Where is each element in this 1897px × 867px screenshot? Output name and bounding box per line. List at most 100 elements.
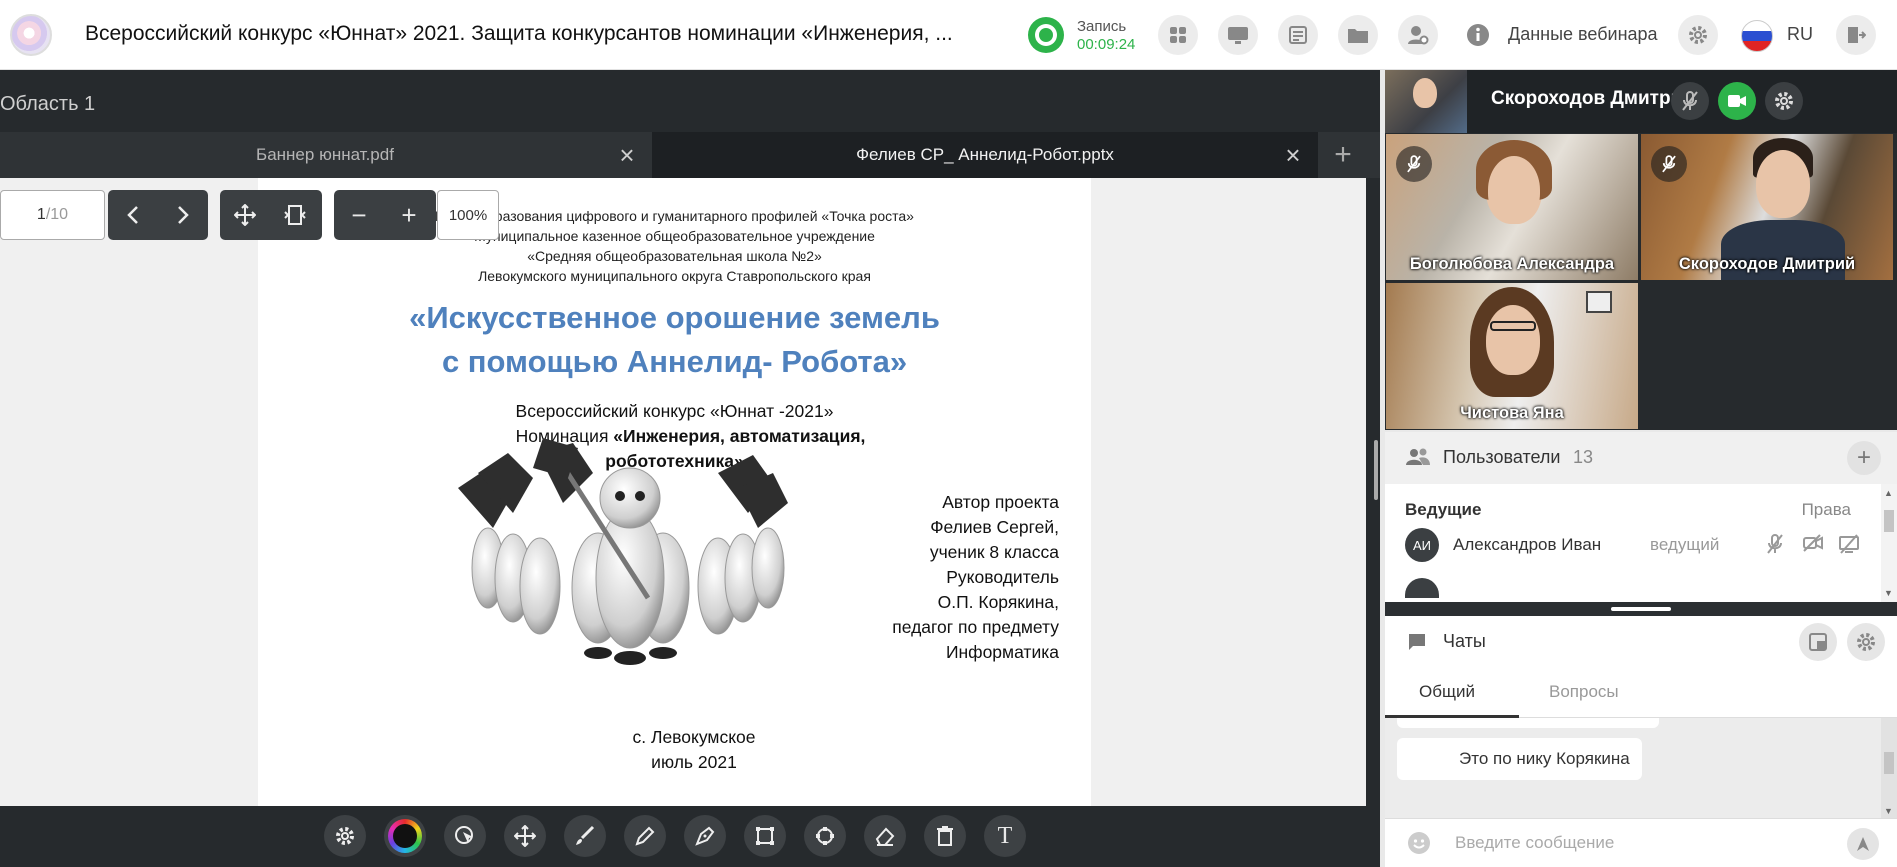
video-tile[interactable]: Чистова Яна (1386, 283, 1638, 429)
gear-icon[interactable] (1765, 82, 1803, 120)
prev-page-icon[interactable] (108, 190, 158, 240)
eraser-icon[interactable] (864, 815, 906, 857)
slide-footer: с. Левокумское июль 2021 (604, 725, 784, 775)
zoom-out-icon[interactable]: − (334, 190, 384, 240)
folder-icon[interactable] (1338, 15, 1378, 55)
gear-icon[interactable] (1678, 15, 1718, 55)
russia-flag-icon[interactable] (1741, 20, 1773, 52)
user-row[interactable]: АИ Александров Иван ведущий (1405, 528, 1865, 568)
hosts-section-title: Ведущие (1405, 500, 1482, 519)
record-label: Запись (1077, 18, 1127, 35)
chat-header: Чаты (1385, 616, 1897, 668)
chat-input[interactable]: Введите сообщение (1385, 818, 1897, 867)
color-picker-icon[interactable] (384, 815, 426, 857)
presentation-slide: Центр образования цифрового и гуманитарн… (258, 178, 1091, 806)
circle-icon[interactable] (804, 815, 846, 857)
screen-off-icon[interactable] (1839, 534, 1859, 559)
mic-off-icon[interactable] (1767, 534, 1783, 559)
host-row: Скороходов Дмитрий (1385, 70, 1897, 133)
move-icon[interactable] (504, 815, 546, 857)
tab-general[interactable]: Общий (1419, 682, 1475, 702)
camera-on-icon[interactable] (1718, 82, 1756, 120)
chat-tabs: Общий Вопросы (1385, 668, 1897, 718)
author-line: Автор проекта (942, 492, 1059, 512)
fit-width-icon[interactable] (220, 190, 270, 240)
document-viewer: Центр образования цифрового и гуманитарн… (0, 178, 1366, 806)
zoom-group: − + (334, 190, 436, 240)
participant-name: Боголюбова Александра (1409, 255, 1615, 273)
users-title: Пользователи (1443, 447, 1561, 467)
gear-icon[interactable] (1847, 623, 1885, 661)
chat-scrollbar[interactable]: ▼ (1881, 718, 1897, 818)
info-icon[interactable] (1458, 15, 1498, 55)
zoom-level[interactable]: 100% (437, 190, 499, 240)
panel-resize-handle[interactable] (1385, 602, 1897, 616)
exit-icon[interactable] (1836, 15, 1876, 55)
camera-off-icon[interactable] (1803, 534, 1823, 557)
zoom-in-icon[interactable]: + (384, 190, 434, 240)
author-line: педагог по предмету (892, 617, 1059, 637)
video-tile[interactable]: Боголюбова Александра (1386, 134, 1638, 280)
mic-off-icon (1651, 146, 1687, 182)
rectangle-icon[interactable] (744, 815, 786, 857)
app-logo[interactable] (10, 14, 52, 56)
chat-icon (1407, 632, 1427, 657)
presentation-stage: Область 1 Баннер юннат.pdf × Фелиев СР_ … (0, 70, 1380, 867)
fit-group (220, 190, 322, 240)
emoji-icon[interactable] (1407, 831, 1431, 860)
user-name: Александров Иван (1453, 535, 1602, 554)
pen-icon[interactable] (684, 815, 726, 857)
close-icon[interactable]: × (1278, 132, 1308, 178)
send-icon[interactable] (1847, 828, 1879, 860)
chat-messages: Это по нику Корякина ▼ (1385, 718, 1897, 818)
tab-annelid-pptx[interactable]: Фелиев СР_ Аннелид-Робот.pptx (652, 132, 1318, 178)
slide-header-line: Левокумского муниципального округа Ставр… (478, 268, 871, 284)
chat-title: Чаты (1443, 631, 1486, 651)
pencil-icon[interactable] (624, 815, 666, 857)
users-panel: Пользователи 13 + Ведущие Права АИ Алекс… (1385, 432, 1897, 602)
webinar-data-link[interactable]: Данные вебинара (1508, 24, 1658, 45)
area-label: Область 1 (0, 93, 96, 115)
gear-icon[interactable] (324, 815, 366, 857)
slide-place: с. Левокумское (632, 727, 756, 747)
users-scrollbar[interactable]: ▲ ▼ (1881, 484, 1897, 602)
chat-export-icon[interactable] (1799, 623, 1837, 661)
mic-off-icon[interactable] (1671, 82, 1709, 120)
video-tile[interactable]: Скороходов Дмитрий (1641, 134, 1893, 280)
avatar: АИ (1405, 528, 1439, 562)
page-number-input[interactable]: 1/10 (0, 190, 105, 240)
add-tab-icon[interactable]: + (1325, 132, 1361, 178)
slide-header-line: «Средняя общеобразовательная школа №2» (527, 248, 822, 264)
author-line: Руководитель (946, 567, 1059, 587)
user-settings-icon[interactable] (1398, 15, 1438, 55)
trash-icon[interactable] (924, 815, 966, 857)
page-nav-group (108, 190, 208, 240)
tab-questions[interactable]: Вопросы (1549, 682, 1619, 702)
fit-page-icon[interactable] (270, 190, 320, 240)
host-thumbnail (1385, 70, 1467, 133)
author-line: Информатика (945, 642, 1059, 662)
chat-message: Это по нику Корякина (1397, 738, 1642, 780)
slide-title-line2: с помощью Аннелид- Робота» (441, 344, 908, 379)
next-page-icon[interactable] (158, 190, 208, 240)
pointer-icon[interactable] (444, 815, 486, 857)
slide-author-block: Автор проекта Фелиев Сергей, ученик 8 кл… (892, 490, 1059, 665)
chat-panel: Чаты Общий Вопросы Это по нику Корякина … (1385, 616, 1897, 867)
document-icon[interactable] (1278, 15, 1318, 55)
mic-off-icon (1396, 146, 1432, 182)
message-placeholder: Введите сообщение (1455, 833, 1615, 852)
apps-icon[interactable] (1158, 15, 1198, 55)
text-tool-icon[interactable]: T (984, 815, 1026, 857)
tab-banner-pdf[interactable]: Баннер юннат.pdf (0, 132, 650, 178)
author-line: Фелиев Сергей, (930, 517, 1059, 537)
rights-label: Права (1801, 500, 1851, 519)
language-selector[interactable]: RU (1787, 24, 1813, 45)
stage-divider[interactable] (1374, 440, 1378, 500)
host-name: Скороходов Дмитрий (1491, 88, 1694, 109)
add-user-icon[interactable]: + (1847, 441, 1881, 475)
brush-icon[interactable] (564, 815, 606, 857)
record-indicator-icon[interactable] (1028, 17, 1064, 53)
participant-name: Чистова Яна (1460, 404, 1564, 422)
close-icon[interactable]: × (612, 132, 642, 178)
screen-share-icon[interactable] (1218, 15, 1258, 55)
